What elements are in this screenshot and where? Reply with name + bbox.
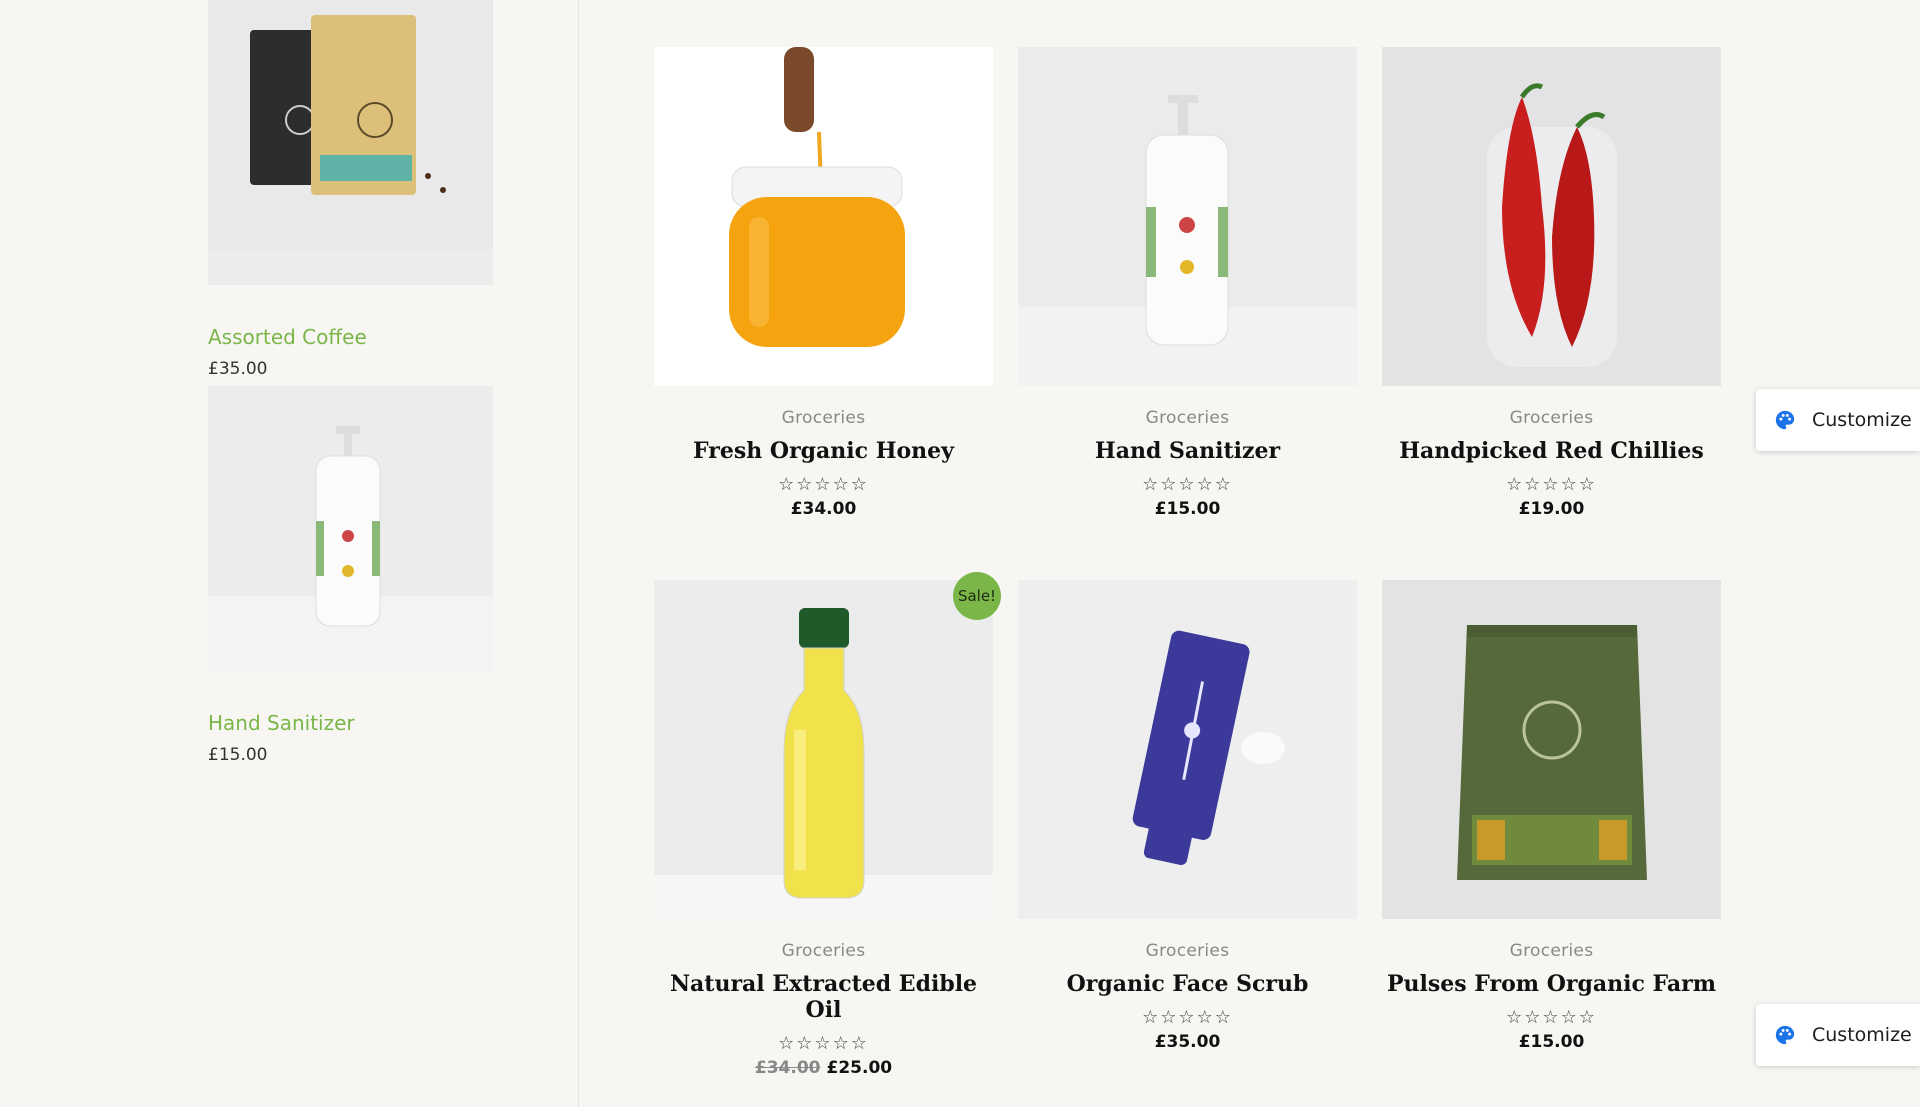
old-price: £34.00 (754, 1058, 821, 1078)
sidebar-widget: Assorted Coffee £35.00 Hand Sanitizer £1… (0, 0, 579, 1107)
product-title[interactable]: Handpicked Red Chillies (1382, 438, 1721, 464)
palette-icon (1775, 1025, 1795, 1045)
product-card[interactable]: Groceries Handpicked Red Chillies ☆☆☆☆☆ … (1382, 47, 1721, 519)
product-card[interactable]: Groceries Natural Extracted Edible Oil ☆… (654, 580, 993, 1078)
product-title[interactable]: Hand Sanitizer (1018, 438, 1357, 464)
product-category[interactable]: Groceries (654, 408, 993, 428)
product-price: £35.00 (1018, 1032, 1357, 1052)
sale-badge: Sale! (953, 572, 1001, 620)
product-price: £15.00 (1382, 1032, 1721, 1052)
product-price: £15.00 (1018, 499, 1357, 519)
sidebar-product[interactable]: Assorted Coffee £35.00 (208, 0, 493, 379)
face-scrub-tube-icon[interactable] (1018, 580, 1357, 919)
red-chilli-icon[interactable] (1382, 47, 1721, 386)
sanitizer-bottle-icon[interactable] (208, 386, 493, 671)
price-value: £15.00 (1518, 1032, 1585, 1052)
rating-stars: ☆☆☆☆☆ (778, 1033, 869, 1054)
coffee-bag-icon[interactable] (208, 0, 493, 285)
price-value: £35.00 (1154, 1032, 1221, 1052)
rating-stars: ☆☆☆☆☆ (1506, 474, 1597, 495)
product-card[interactable]: Groceries Organic Face Scrub ☆☆☆☆☆ £35.0… (1018, 580, 1357, 1052)
product-category[interactable]: Groceries (1018, 408, 1357, 428)
palette-icon (1775, 410, 1795, 430)
customize-button[interactable]: Customize (1756, 1004, 1920, 1066)
rating-stars: ☆☆☆☆☆ (1142, 474, 1233, 495)
product-title[interactable]: Organic Face Scrub (1018, 971, 1357, 997)
oil-bottle-icon[interactable] (654, 580, 993, 919)
product-card[interactable]: Groceries Fresh Organic Honey ☆☆☆☆☆ £34.… (654, 47, 993, 519)
product-title[interactable]: Pulses From Organic Farm (1382, 971, 1721, 997)
product-category[interactable]: Groceries (1018, 941, 1357, 961)
sanitizer-bottle-icon[interactable] (1018, 47, 1357, 386)
customize-label: Customize (1812, 409, 1912, 431)
product-price: £34.00 £25.00 (654, 1058, 993, 1078)
price-value: £25.00 (826, 1058, 893, 1078)
price-value: £19.00 (1518, 499, 1585, 519)
honey-jar-icon[interactable] (654, 47, 993, 386)
customize-button[interactable]: Customize (1756, 389, 1920, 451)
product-price: £34.00 (654, 499, 993, 519)
rating-stars: ☆☆☆☆☆ (1506, 1007, 1597, 1028)
sidebar-product[interactable]: Hand Sanitizer £15.00 (208, 386, 493, 765)
sidebar-product-price: £35.00 (208, 359, 268, 379)
price-value: £34.00 (790, 499, 857, 519)
product-category[interactable]: Groceries (1382, 941, 1721, 961)
product-card[interactable]: Groceries Pulses From Organic Farm ☆☆☆☆☆… (1382, 580, 1721, 1052)
customize-label: Customize (1812, 1024, 1912, 1046)
rating-stars: ☆☆☆☆☆ (778, 474, 869, 495)
pulses-bag-icon[interactable] (1382, 580, 1721, 919)
product-category[interactable]: Groceries (1382, 408, 1721, 428)
sidebar-product-title[interactable]: Hand Sanitizer (208, 711, 493, 735)
product-category[interactable]: Groceries (654, 941, 993, 961)
product-title[interactable]: Natural Extracted Edible Oil (654, 971, 993, 1023)
product-price: £19.00 (1382, 499, 1721, 519)
product-card[interactable]: Groceries Hand Sanitizer ☆☆☆☆☆ £15.00 (1018, 47, 1357, 519)
sidebar-product-title[interactable]: Assorted Coffee (208, 325, 493, 349)
rating-stars: ☆☆☆☆☆ (1142, 1007, 1233, 1028)
price-value: £15.00 (1154, 499, 1221, 519)
product-title[interactable]: Fresh Organic Honey (654, 438, 993, 464)
sidebar-product-price: £15.00 (208, 745, 268, 765)
